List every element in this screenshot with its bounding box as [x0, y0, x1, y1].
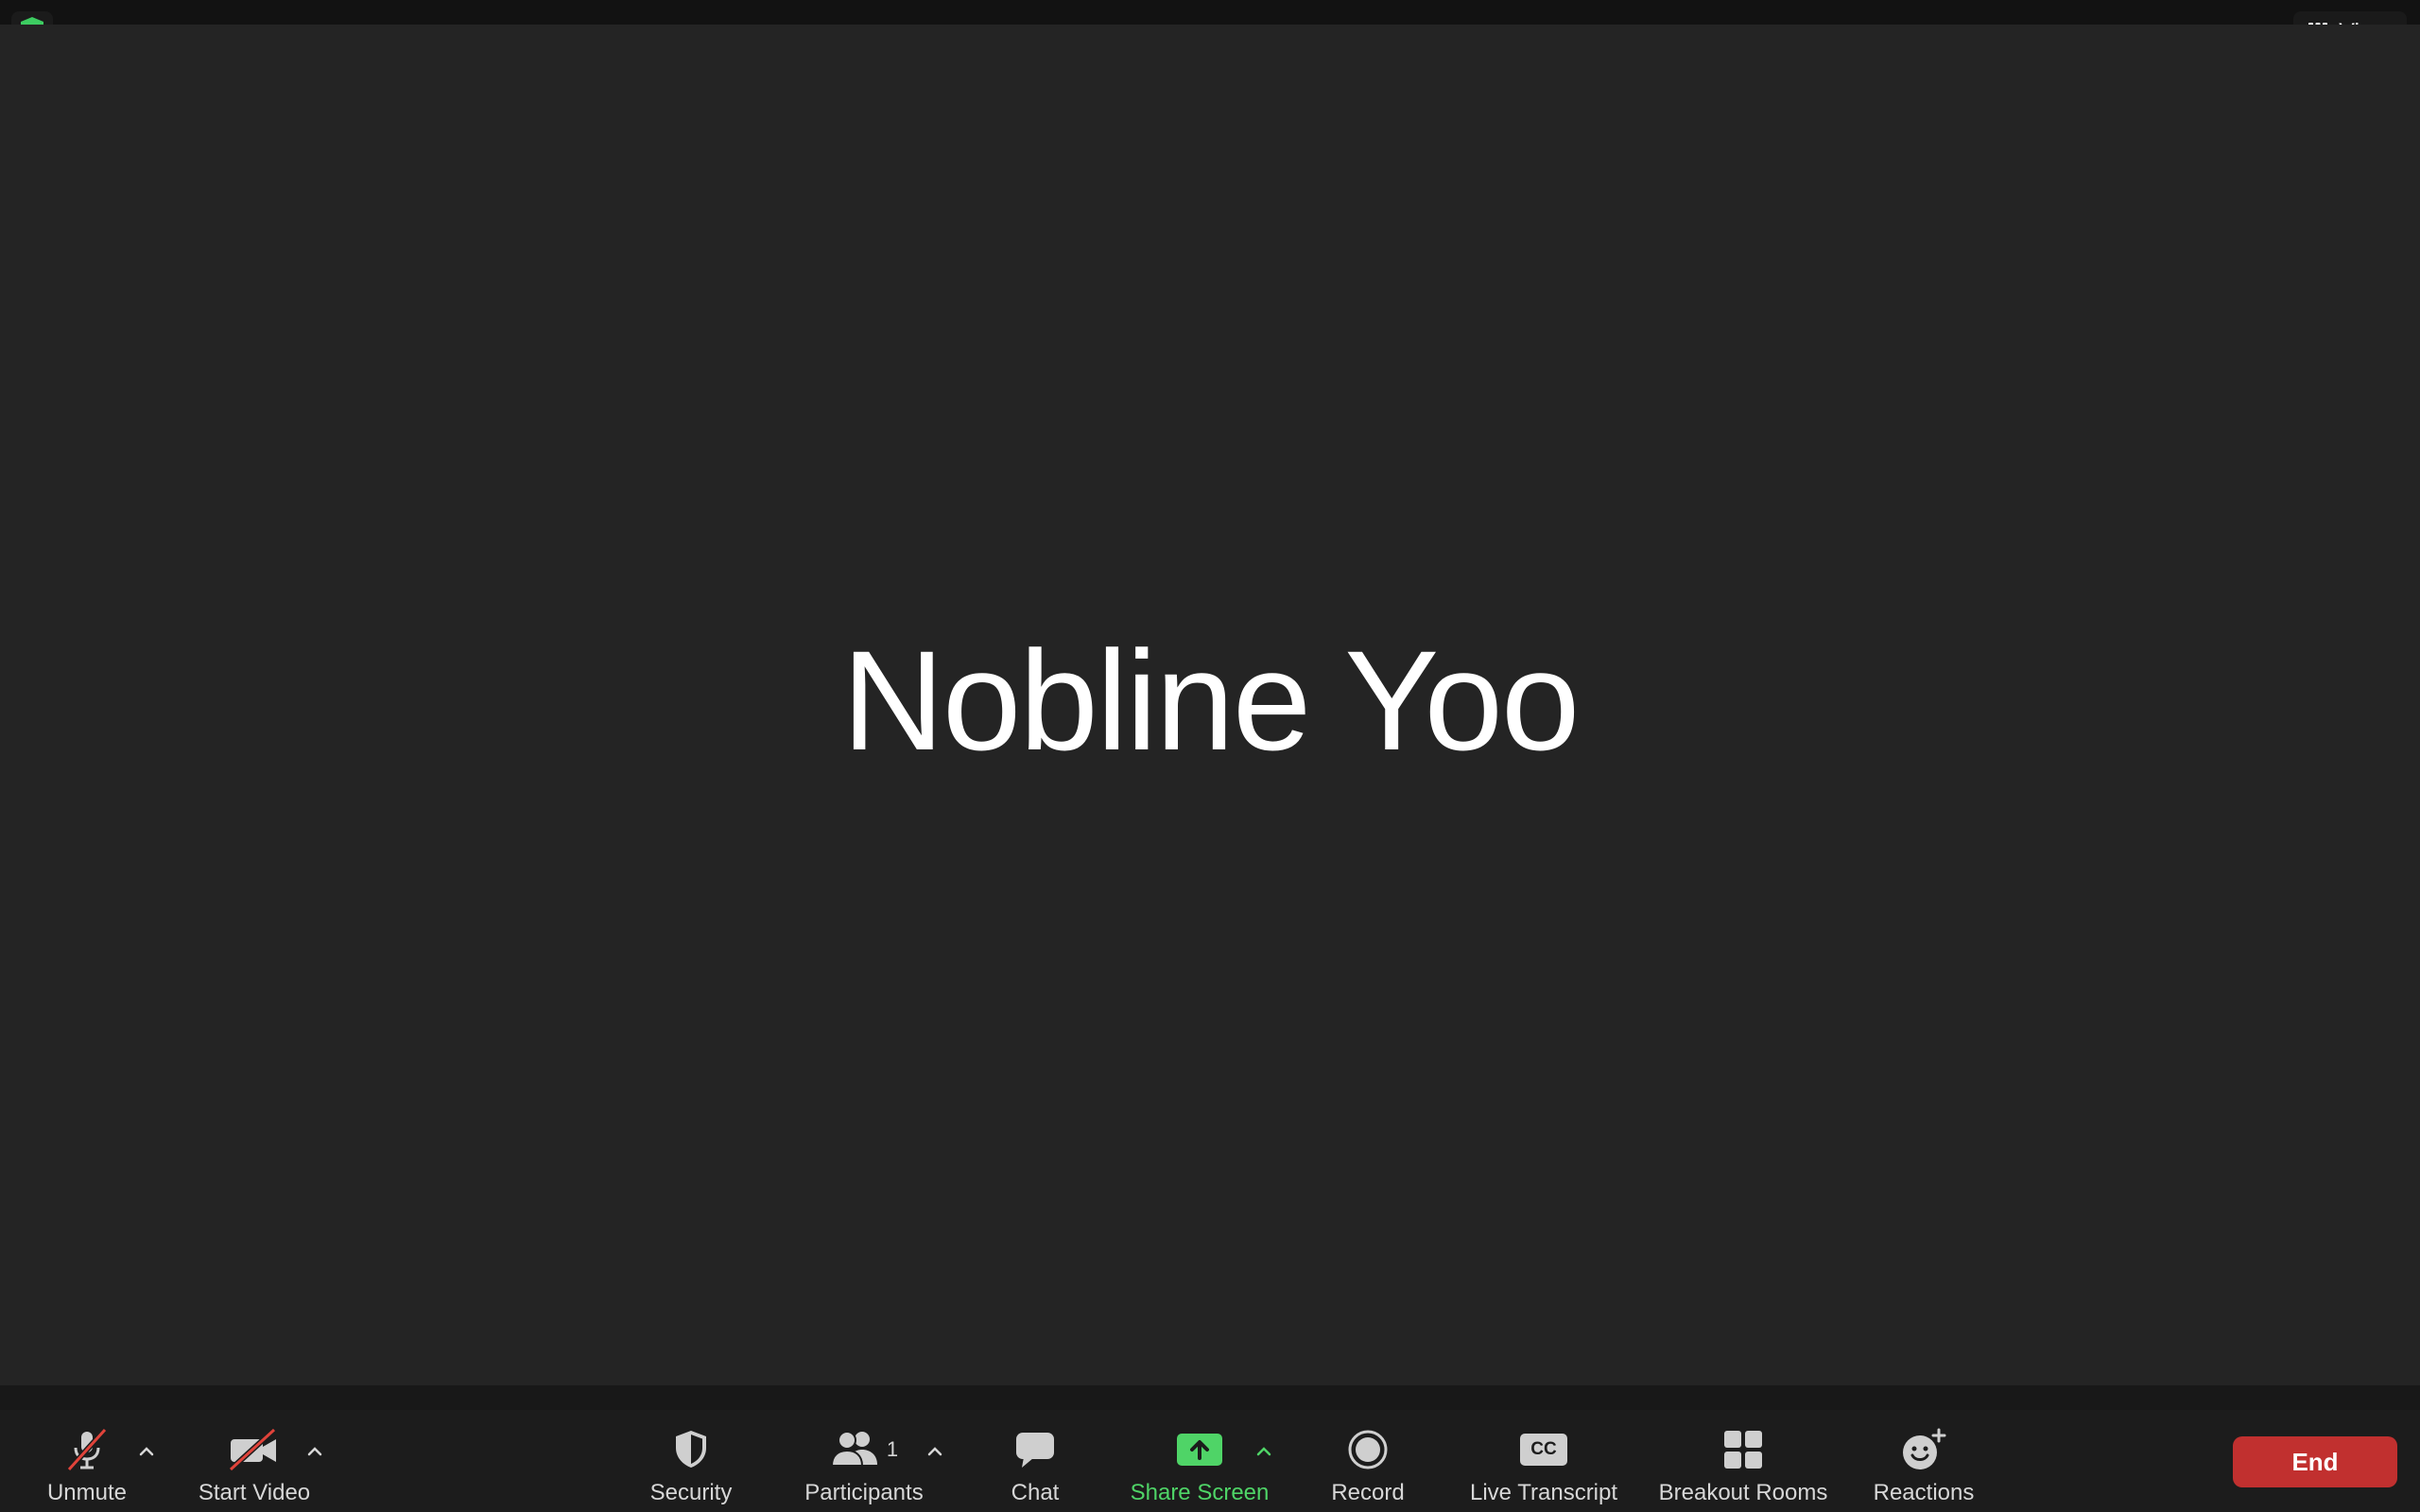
video-stage: Nobline Yoo	[0, 25, 2420, 1385]
chevron-up-icon	[139, 1444, 154, 1461]
share-screen-options-caret[interactable]	[1250, 1438, 1278, 1467]
closed-captions-icon: CC	[1520, 1423, 1567, 1476]
record-button[interactable]: Record	[1320, 1410, 1416, 1512]
participants-count: 1	[886, 1437, 899, 1461]
security-button[interactable]: Security	[633, 1410, 749, 1512]
video-off-icon	[227, 1423, 282, 1476]
breakout-rooms-button[interactable]: Breakout Rooms	[1652, 1410, 1834, 1512]
participants-icon-group: 1	[830, 1423, 898, 1476]
record-icon	[1347, 1423, 1389, 1476]
zoom-meeting-window: View Nobline Yoo Unmute	[0, 0, 2420, 1512]
reactions-label: Reactions	[1873, 1480, 1975, 1505]
participants-label: Participants	[804, 1480, 924, 1505]
breakout-rooms-label: Breakout Rooms	[1658, 1480, 1828, 1505]
shield-icon	[672, 1423, 710, 1476]
record-label: Record	[1331, 1480, 1405, 1505]
smiley-plus-icon	[1901, 1423, 1946, 1476]
participants-button[interactable]: 1 Participants	[794, 1410, 934, 1512]
chat-button[interactable]: Chat	[983, 1410, 1087, 1512]
people-icon	[830, 1429, 881, 1471]
grid-four-icon	[1722, 1423, 1764, 1476]
unmute-button[interactable]: Unmute	[26, 1410, 147, 1512]
cc-icon-text: CC	[1530, 1439, 1557, 1459]
live-transcript-button[interactable]: CC Live Transcript	[1458, 1410, 1630, 1512]
reactions-button[interactable]: Reactions	[1864, 1410, 1983, 1512]
chevron-up-icon	[307, 1444, 322, 1461]
chevron-up-icon	[1256, 1444, 1271, 1461]
end-meeting-button[interactable]: End	[2233, 1436, 2397, 1487]
unmute-label: Unmute	[46, 1480, 128, 1505]
participants-options-caret[interactable]	[921, 1438, 949, 1467]
toolbar-divider	[0, 1385, 2420, 1410]
start-video-label: Start Video	[198, 1480, 311, 1505]
video-options-caret[interactable]	[301, 1438, 329, 1467]
share-arrow-up-icon	[1176, 1423, 1223, 1476]
audio-options-caret[interactable]	[132, 1438, 161, 1467]
live-transcript-label: Live Transcript	[1469, 1480, 1618, 1505]
chevron-up-icon	[927, 1444, 942, 1461]
share-screen-label: Share Screen	[1130, 1480, 1270, 1505]
chat-label: Chat	[1011, 1480, 1060, 1505]
participant-name: Nobline Yoo	[841, 621, 1581, 780]
security-label: Security	[649, 1480, 733, 1505]
top-strip	[0, 0, 2420, 25]
chat-bubble-icon	[1014, 1423, 1056, 1476]
microphone-muted-icon	[63, 1423, 111, 1476]
meeting-toolbar: Unmute Start Video Security 1 Participan…	[0, 1410, 2420, 1512]
